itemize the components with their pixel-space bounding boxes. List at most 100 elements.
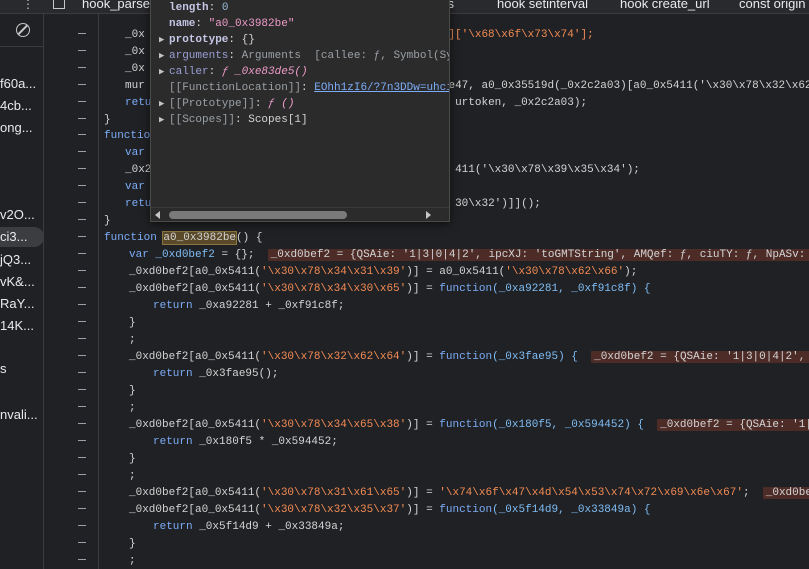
line-marker xyxy=(78,67,86,68)
prop-prototype[interactable]: ▶ prototype: {} xyxy=(159,32,255,48)
prop-arguments[interactable]: ▶ arguments: Arguments [callee: ƒ, Symbol… xyxy=(159,48,449,64)
line-marker xyxy=(78,491,86,492)
function-location-link[interactable]: EOhh1zI6/?7n3DDw=uhci3m xyxy=(314,82,449,94)
expand-triangle-icon[interactable]: ▶ xyxy=(159,112,169,128)
code-line: return _0xa92281 + _0xf91c8f; xyxy=(153,300,345,312)
code-line: ; xyxy=(129,402,136,414)
file-item[interactable]: RaY... xyxy=(0,294,43,314)
code-line: var xyxy=(125,181,145,193)
code-line: } xyxy=(129,317,136,329)
code-line: ; xyxy=(129,470,136,482)
divider xyxy=(0,46,43,47)
line-marker xyxy=(78,50,86,51)
line-marker xyxy=(78,457,86,458)
line-gutter[interactable] xyxy=(44,14,100,569)
code-line: function a0_0x3982be() { xyxy=(104,231,263,245)
line-marker xyxy=(78,236,86,237)
inline-value: _0xd0bef2 = {QSAie: '1|3|0|4|2', ipcXJ: … xyxy=(591,351,809,363)
file-item[interactable]: 14K... xyxy=(0,316,43,336)
code-line: return _0x5f14d9 + _0x33849a; xyxy=(153,521,345,533)
file-item[interactable]: jQ3... xyxy=(0,250,43,270)
fold-divider xyxy=(98,14,99,569)
line-marker xyxy=(78,101,86,102)
prop-length: length: 0 xyxy=(169,2,229,14)
prop-function-location: [[FunctionLocation]]: EOhh1zI6/?7n3DDw=u… xyxy=(169,80,449,96)
more-options-icon[interactable]: ⋮ xyxy=(22,0,34,11)
line-marker xyxy=(78,338,86,339)
line-marker xyxy=(78,542,86,543)
code-line: _0xd0bef2[a0_0x5411('\x30\x78\x34\x30\x6… xyxy=(129,283,651,295)
code-line: return _0x3fae95(); xyxy=(153,368,279,380)
scrollbar-thumb[interactable] xyxy=(169,211,347,219)
line-marker xyxy=(78,185,86,186)
tab-hook-create-url[interactable]: hook create_url xyxy=(620,0,710,11)
file-item-selected[interactable]: ci3... xyxy=(0,227,43,247)
line-marker xyxy=(78,219,86,220)
code-line: } xyxy=(129,453,136,465)
line-marker xyxy=(78,202,86,203)
line-marker xyxy=(78,508,86,509)
line-marker xyxy=(78,84,86,85)
code-line: return _0x180f5 * _0x594452; xyxy=(153,436,338,448)
code-line: _0x xyxy=(125,46,145,58)
inline-value: _0xd0bef2 = {QSAi xyxy=(762,487,809,499)
code-line: ; xyxy=(129,334,136,346)
prop-scopes[interactable]: ▶ [[Scopes]]: Scopes[1] xyxy=(159,112,308,128)
line-marker xyxy=(78,270,86,271)
code-line: _0xd0bef2[a0_0x5411('\x30\x78\x32\x35\x3… xyxy=(129,504,651,516)
line-marker xyxy=(78,389,86,390)
scroll-right-icon[interactable] xyxy=(426,211,431,219)
file-item[interactable]: f60a... xyxy=(0,74,43,94)
expand-triangle-icon[interactable]: ▶ xyxy=(159,96,169,112)
line-marker xyxy=(78,559,86,560)
code-line: } xyxy=(129,385,136,397)
prop-caller[interactable]: ▶ caller: ƒ _0xe83de5() xyxy=(159,64,308,80)
code-line: _0x xyxy=(125,63,145,75)
line-marker xyxy=(78,440,86,441)
hovered-function-name[interactable]: a0_0x3982be xyxy=(162,231,238,245)
expand-triangle-icon[interactable]: ▶ xyxy=(159,64,169,80)
line-marker xyxy=(78,304,86,305)
tab-hook-setinterval[interactable]: hook setinterval xyxy=(497,0,588,11)
expand-triangle-icon[interactable]: ▶ xyxy=(159,32,169,48)
deactivate-breakpoints-icon[interactable] xyxy=(16,23,30,37)
code-line: } xyxy=(104,215,111,227)
file-item[interactable]: nvali... xyxy=(0,405,43,425)
line-marker xyxy=(78,423,86,424)
code-line: var xyxy=(125,147,145,159)
line-marker xyxy=(78,355,86,356)
file-item[interactable]: vK&... xyxy=(0,272,43,292)
line-marker xyxy=(78,287,86,288)
code-line: _0xd0bef2[a0_0x5411('\x30\x78\x34\x65\x3… xyxy=(129,417,809,434)
tab-hook-parse[interactable]: hook_parse xyxy=(82,0,150,11)
tab-const-origin[interactable]: const origin xyxy=(739,0,805,11)
file-item[interactable]: ong... xyxy=(0,118,43,138)
code-line: var _0xd0bef2 = {}; _0xd0bef2 = {QSAie: … xyxy=(129,247,809,264)
code-line: _0xd0bef2[a0_0x5411('\x30\x78\x32\x62\x6… xyxy=(129,349,809,366)
toggle-navigator-icon[interactable] xyxy=(53,0,65,9)
line-marker xyxy=(78,168,86,169)
line-marker xyxy=(78,525,86,526)
file-item[interactable]: v2O... xyxy=(0,205,43,225)
file-item[interactable]: s xyxy=(0,359,43,379)
line-marker xyxy=(78,134,86,135)
prop-prototype-internal[interactable]: ▶ [[Prototype]]: ƒ () xyxy=(159,96,294,112)
expand-triangle-icon[interactable]: ▶ xyxy=(159,48,169,64)
line-marker xyxy=(78,406,86,407)
line-marker xyxy=(78,151,86,152)
object-preview-popover[interactable]: length: 0 name: "a0_0x3982be" ▶ prototype… xyxy=(150,0,450,222)
code-line: } xyxy=(129,538,136,550)
line-marker xyxy=(78,372,86,373)
code-line: } xyxy=(104,114,111,126)
scroll-left-icon[interactable] xyxy=(155,211,160,219)
inline-value: _0xd0bef2 = {QSAie: '1|3|0|4|2', xyxy=(657,419,809,431)
line-marker xyxy=(78,33,86,34)
line-marker xyxy=(78,474,86,475)
line-marker xyxy=(78,253,86,254)
file-item[interactable]: 4cb... xyxy=(0,96,43,116)
line-marker xyxy=(78,118,86,119)
prop-name: name: "a0_0x3982be" xyxy=(169,18,295,30)
file-navigator: f60a... 4cb... ong... v2O... ci3... jQ3.… xyxy=(0,14,44,569)
line-marker xyxy=(78,321,86,322)
horizontal-scrollbar[interactable] xyxy=(151,207,449,221)
